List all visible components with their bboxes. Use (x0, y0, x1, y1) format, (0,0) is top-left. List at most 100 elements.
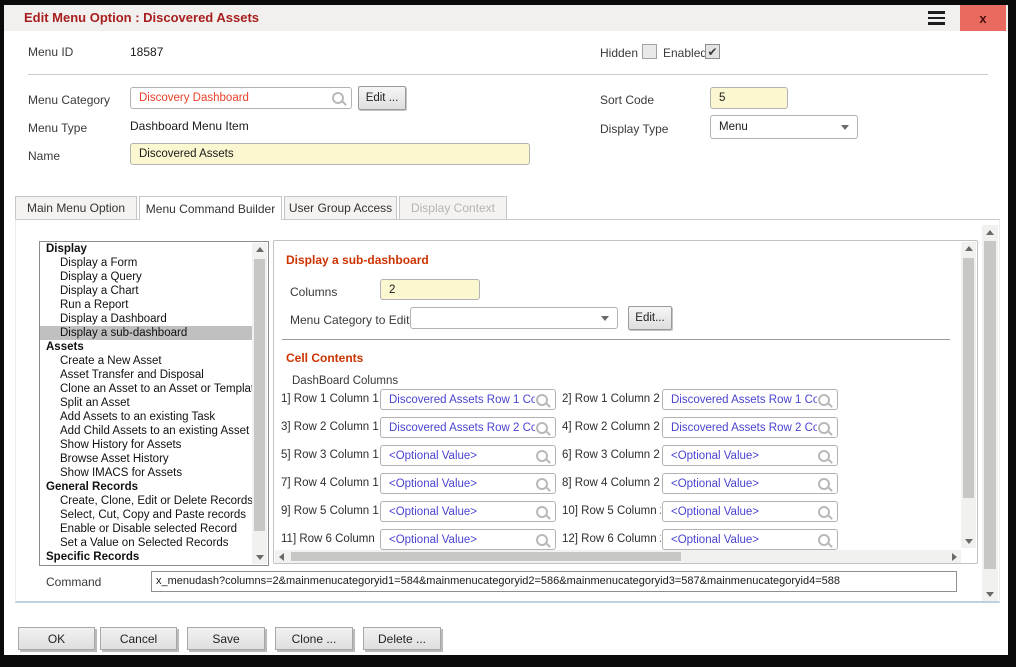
content-vertical-scrollbar[interactable] (982, 225, 998, 601)
command-input[interactable]: x_menudash?columns=2&mainmenucategoryid1… (151, 571, 957, 592)
command-type-list: Display Display a Form Display a Query D… (39, 241, 269, 566)
menu-type-label: Menu Type (28, 121, 87, 135)
menu-category-field[interactable]: Discovery Dashboard (130, 87, 352, 109)
cell-field[interactable]: Discovered Assets Row 1 Colum (662, 389, 838, 410)
list-item[interactable]: Show IMACS for Assets (40, 466, 252, 480)
cell-field[interactable]: <Optional Value> (380, 529, 556, 550)
search-icon[interactable] (536, 534, 548, 546)
list-item[interactable]: Run a Report (40, 298, 252, 312)
scroll-left-icon (279, 553, 284, 561)
search-icon[interactable] (818, 534, 830, 546)
menu-category-to-edit-label: Menu Category to Edit (290, 313, 409, 327)
scroll-down-button[interactable] (252, 551, 267, 564)
tab-main-menu-option[interactable]: Main Menu Option (15, 196, 137, 219)
scroll-up-button[interactable] (982, 225, 998, 239)
clone-button[interactable]: Clone ... (275, 627, 353, 650)
cell-label: 3] Row 2 Column 1 (281, 421, 379, 433)
search-icon[interactable] (818, 450, 830, 462)
menu-category-edit-button[interactable]: Edit ... (358, 86, 406, 110)
scroll-up-button[interactable] (252, 243, 267, 256)
ok-button[interactable]: OK (18, 627, 95, 650)
list-item-selected[interactable]: Display a sub-dashboard (40, 326, 252, 340)
hamburger-icon (928, 11, 945, 14)
list-item[interactable]: Asset Transfer and Disposal (40, 368, 252, 382)
cell-field[interactable]: <Optional Value> (662, 501, 838, 522)
tab-menu-command-builder[interactable]: Menu Command Builder (139, 196, 282, 220)
cell-field[interactable]: Discovered Assets Row 2 Colum (662, 417, 838, 438)
list-item[interactable]: Set a Value on Selected Records (40, 536, 252, 550)
close-button[interactable]: x (960, 5, 1006, 31)
search-icon[interactable] (536, 450, 548, 462)
menu-category-value: Discovery Dashboard (139, 92, 331, 104)
search-icon[interactable] (536, 506, 548, 518)
list-item[interactable]: Display a Chart (40, 284, 252, 298)
cell-field[interactable]: <Optional Value> (662, 529, 838, 550)
scrollbar-thumb[interactable] (254, 259, 265, 531)
list-item[interactable]: Clone an Asset to an Asset or Templat (40, 382, 252, 396)
hidden-checkbox[interactable] (642, 44, 657, 59)
display-type-value: Menu (719, 121, 748, 133)
menu-id-label: Menu ID (28, 45, 73, 59)
scroll-down-icon (965, 539, 973, 544)
panel-horizontal-scrollbar[interactable] (275, 550, 961, 563)
search-icon[interactable] (818, 394, 830, 406)
cell-field[interactable]: <Optional Value> (380, 473, 556, 494)
tab-user-group-access[interactable]: User Group Access (284, 196, 397, 219)
cell-label: 6] Row 3 Column 2 (562, 449, 661, 461)
cell-field[interactable]: <Optional Value> (662, 445, 838, 466)
menu-id-value: 18587 (130, 45, 163, 59)
list-item[interactable]: Enable or Disable selected Record (40, 522, 252, 536)
search-icon[interactable] (536, 422, 548, 434)
cell-field[interactable]: <Optional Value> (380, 445, 556, 466)
display-type-select[interactable]: Menu (710, 115, 858, 139)
cancel-button[interactable]: Cancel (100, 627, 177, 650)
cell-field[interactable]: Discovered Assets Row 1 Colum (380, 389, 556, 410)
delete-button[interactable]: Delete ... (363, 627, 441, 650)
panel-title: Display a sub-dashboard (286, 253, 429, 267)
scroll-up-icon (256, 247, 264, 252)
scroll-down-button[interactable] (982, 587, 998, 601)
enabled-checkbox[interactable]: ✔ (705, 44, 720, 59)
scroll-down-button[interactable] (961, 535, 976, 548)
columns-field[interactable]: 2 (380, 279, 480, 300)
list-item[interactable]: Show History for Assets (40, 438, 252, 452)
cell-label: 9] Row 5 Column 1 (281, 505, 379, 517)
scrollbar-thumb[interactable] (984, 241, 996, 569)
cell-field[interactable]: Discovered Assets Row 2 Colum (380, 417, 556, 438)
name-field[interactable]: Discovered Assets (130, 143, 530, 165)
list-item[interactable]: Add Assets to an existing Task (40, 410, 252, 424)
hamburger-menu-button[interactable] (922, 9, 950, 27)
sort-code-field[interactable]: 5 (710, 87, 788, 109)
search-icon[interactable] (818, 478, 830, 490)
scroll-right-button[interactable] (948, 550, 961, 563)
list-item[interactable]: Display a Dashboard (40, 312, 252, 326)
list-item[interactable]: Split an Asset (40, 396, 252, 410)
cell-label: 12] Row 6 Column 2 (562, 533, 661, 545)
search-icon[interactable] (818, 422, 830, 434)
save-button[interactable]: Save (187, 627, 265, 650)
list-scrollbar[interactable] (252, 243, 267, 564)
scroll-left-button[interactable] (275, 550, 288, 563)
scrollbar-thumb[interactable] (963, 258, 974, 498)
list-item[interactable]: Select, Cut, Copy and Paste records (40, 508, 252, 522)
cell-label: 11] Row 6 Column 1 (281, 533, 379, 545)
scroll-up-button[interactable] (961, 242, 976, 255)
search-icon[interactable] (818, 506, 830, 518)
display-type-label: Display Type (600, 122, 668, 136)
search-icon[interactable] (332, 92, 344, 104)
search-icon[interactable] (536, 394, 548, 406)
menu-category-to-edit-select[interactable] (410, 307, 618, 329)
list-item[interactable]: Display a Form (40, 256, 252, 270)
scrollbar-thumb[interactable] (291, 552, 681, 561)
list-item[interactable]: Add Child Assets to an existing Asset (40, 424, 252, 438)
panel-edit-button[interactable]: Edit... (628, 306, 672, 330)
cell-field[interactable]: <Optional Value> (662, 473, 838, 494)
list-item[interactable]: Browse Asset History (40, 452, 252, 466)
panel-vertical-scrollbar[interactable] (961, 242, 976, 548)
cell-field[interactable]: <Optional Value> (380, 501, 556, 522)
list-item[interactable]: Display a Query (40, 270, 252, 284)
list-item[interactable]: Create, Clone, Edit or Delete Records (40, 494, 252, 508)
list-group-header: General Records (40, 480, 238, 494)
search-icon[interactable] (536, 478, 548, 490)
list-item[interactable]: Create a New Asset (40, 354, 252, 368)
